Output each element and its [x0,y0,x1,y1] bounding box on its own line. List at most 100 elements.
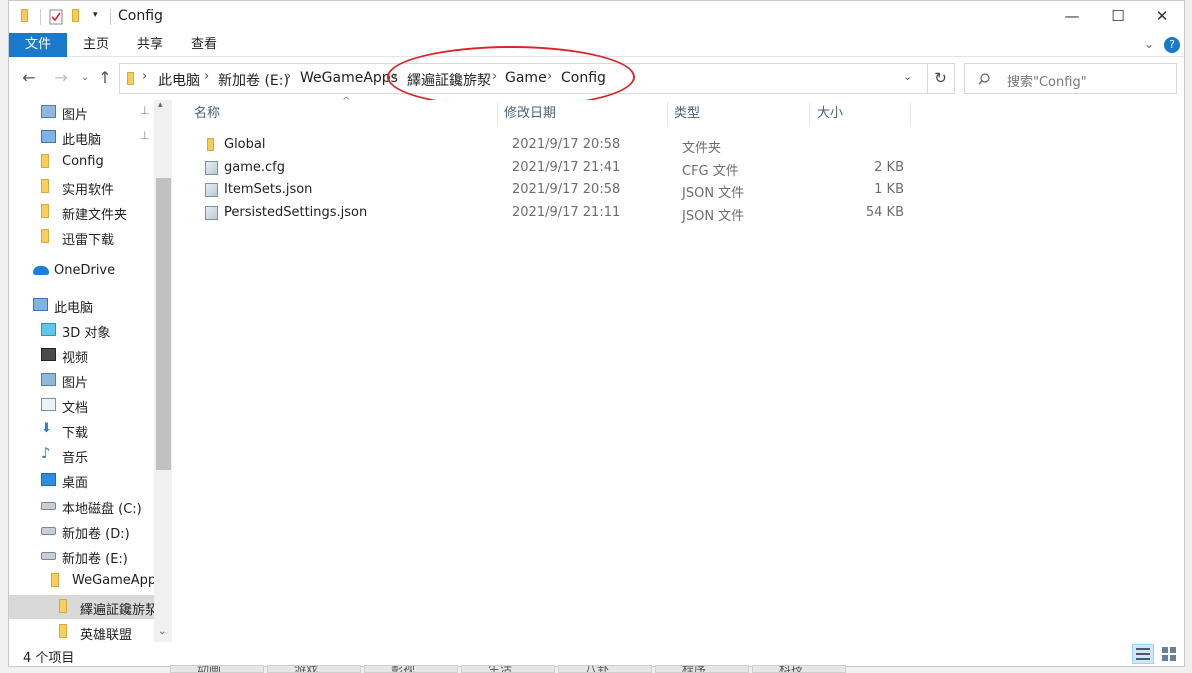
close-button[interactable]: ✕ [1139,1,1184,33]
column-separator[interactable] [667,102,668,126]
3d-objects-icon [41,323,56,336]
maximize-button[interactable]: ☐ [1095,1,1141,33]
documents-icon [41,398,56,411]
nav-item[interactable]: 桌面 [9,468,154,492]
folder-icon [41,179,49,193]
nav-item[interactable]: 繹遍証鑱旂洯 [9,595,158,619]
nav-item-label: 英雄联盟 [80,628,133,642]
divider [110,9,111,25]
scroll-up-icon[interactable]: ▴ [158,100,163,110]
nav-item-label: 图片 [62,108,89,123]
search-input[interactable]: 搜索"Config" [964,63,1177,94]
chevron-right-icon[interactable]: › [392,69,397,84]
nav-item-label: 此电脑 [62,133,102,148]
file-icon [205,183,218,197]
file-size: 54 KB [865,204,904,220]
file-name: Global [224,137,266,152]
breadcrumb-drive-e[interactable]: 新加卷 (E:) [218,70,289,90]
nav-item[interactable]: 此电脑 ⊥ [9,125,154,149]
tab-file[interactable]: 文件 [9,33,67,57]
folder-icon [41,204,49,218]
nav-item[interactable]: OneDrive [9,259,154,283]
file-type: CFG 文件 [682,163,739,179]
nav-item[interactable]: ⬇ 下载 [9,418,154,442]
nav-item[interactable]: 视频 [9,343,154,367]
file-icon [205,160,218,175]
nav-item[interactable]: 此电脑 [9,293,154,317]
nav-item[interactable]: ♪ 音乐 [9,443,154,467]
column-header-size[interactable]: 大小 [817,100,907,128]
refresh-button[interactable]: ↻ [927,63,955,94]
background-tab: 动画 [170,665,264,673]
nav-item[interactable]: 实用软件 [9,175,154,199]
nav-item[interactable]: 新建文件夹 [9,200,154,224]
nav-scrollbar[interactable]: ▴ ⌄ [154,100,172,642]
file-modified: 2021/9/17 21:41 [512,159,621,175]
nav-item-label: 视频 [62,351,89,366]
column-header-name[interactable]: 名称 [194,100,494,128]
nav-item-label: 新建文件夹 [62,208,128,223]
breadcrumb-this-pc[interactable]: 此电脑 [158,70,200,90]
file-row[interactable]: PersistedSettings.json 2021/9/17 21:11 JSO… [172,202,904,224]
file-modified: 2021/9/17 20:58 [512,182,621,197]
chevron-down-icon[interactable]: ▾ [93,10,98,26]
minimize-button[interactable]: — [1049,1,1095,33]
breadcrumb-game-folder[interactable]: 繹遍証鑱旂洯 [407,70,491,90]
address-dropdown-icon[interactable]: ⌄ [903,70,912,83]
nav-item[interactable]: 3D 对象 [9,318,154,342]
item-count: 4 个项目 [23,651,75,666]
navigation-pane: 图片 ⊥ 此电脑 ⊥ Config 实用软件新建文件夹迅雷下载 OneDrive 此电脑 3D … [9,100,172,642]
onedrive-icon [33,266,49,275]
chevron-right-icon[interactable]: › [204,69,209,84]
scroll-down-icon[interactable]: ⌄ [158,626,166,637]
help-icon[interactable]: ? [1164,37,1180,53]
column-separator[interactable] [497,102,498,126]
large-icons-view-icon[interactable] [1158,644,1180,664]
breadcrumb-game[interactable]: Game [505,70,547,86]
tab-share[interactable]: 共享 [125,33,175,57]
address-bar-row: ← → ⌄ ↑ › 此电脑 › 新加卷 (E:) › WeGameApps › … [9,59,1184,99]
nav-item[interactable]: 图片 [9,368,154,392]
tab-view[interactable]: 查看 [179,33,229,57]
nav-item[interactable]: Config [9,150,154,174]
column-separator[interactable] [809,102,810,126]
file-row[interactable]: game.cfg 2021/9/17 21:41 CFG 文件 2 KB [172,157,904,179]
column-header-type[interactable]: 类型 [674,100,804,128]
background-tab-label: 影视 [391,665,416,673]
file-row[interactable]: Global 2021/9/17 20:58 文件夹 [172,134,892,156]
nav-item[interactable]: 文档 [9,393,154,417]
tab-home[interactable]: 主页 [71,33,121,57]
chevron-right-icon[interactable]: › [286,69,291,84]
nav-item[interactable]: 新加卷 (E:) [9,544,154,568]
expand-ribbon-icon[interactable]: ⌄ [1139,33,1159,57]
up-button[interactable]: ↑ [93,67,117,91]
nav-item[interactable]: 本地磁盘 (C:) [9,494,154,518]
column-header-modified[interactable]: 修改日期 [504,100,664,128]
nav-item[interactable]: 迅雷下载 [9,225,154,249]
scrollbar-thumb[interactable] [156,178,171,470]
details-view-icon[interactable] [1132,644,1154,664]
chevron-right-icon[interactable]: › [492,69,497,84]
file-modified: 2021/9/17 21:11 [512,204,621,220]
new-folder-icon[interactable] [72,9,79,22]
background-tab-label: 游戏 [294,665,319,673]
properties-icon[interactable] [49,9,64,25]
breadcrumb[interactable]: › 此电脑 › 新加卷 (E:) › WeGameApps › 繹遍証鑱旂洯 ›… [119,63,928,94]
nav-item-label: 3D 对象 [62,326,111,341]
forward-button[interactable]: → [49,67,73,91]
column-separator[interactable] [910,102,911,126]
file-name: ItemSets.json [224,182,313,197]
nav-item-label: 繹遍証鑱旂洯 [80,603,159,618]
window-title: Config [118,8,163,24]
nav-item[interactable]: 图片 ⊥ [9,100,154,124]
drive-icon [41,527,56,535]
nav-item[interactable]: 新加卷 (D:) [9,519,154,543]
file-row[interactable]: ItemSets.json 2021/9/17 20:58 JSON 文件 1 KB [172,179,904,201]
nav-item[interactable]: WeGameApps [9,569,163,593]
breadcrumb-wegameapps[interactable]: WeGameApps [300,70,398,86]
back-button[interactable]: ← [17,67,41,91]
breadcrumb-config[interactable]: Config [561,70,606,86]
nav-item[interactable]: 英雄联盟 [9,620,154,642]
chevron-right-icon[interactable]: › [547,69,552,84]
chevron-right-icon[interactable]: › [142,69,147,84]
